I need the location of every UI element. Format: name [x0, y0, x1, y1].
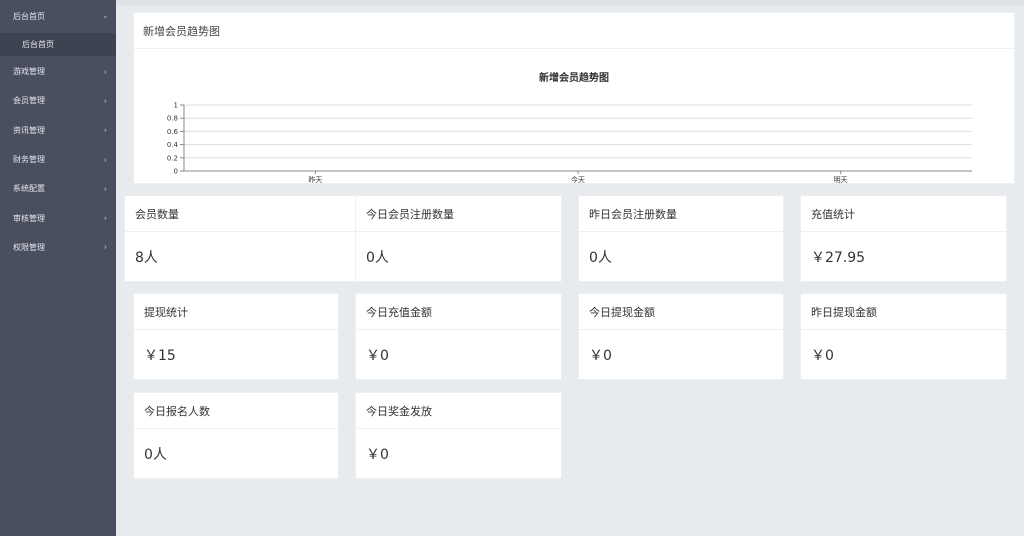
- chevron-right-icon: ›: [103, 184, 107, 194]
- card-value: ￥0: [811, 348, 834, 364]
- card-value: ￥0: [589, 348, 612, 364]
- chevron-right-icon: ›: [103, 125, 107, 135]
- sidebar-item-label: 权限管理: [13, 242, 45, 252]
- card-value: ￥15: [144, 348, 176, 364]
- card-value: 0人: [144, 447, 167, 463]
- card-label: 今日提现金额: [579, 294, 783, 330]
- card-label: 昨日提现金额: [801, 294, 1006, 330]
- y-tick-label: 1: [174, 102, 178, 110]
- sidebar: 后台首页 › 后台首页 游戏管理 › 会员管理 › 资讯管理 › 财务管理 › …: [0, 0, 116, 536]
- card-label: 会员数量: [125, 196, 361, 232]
- y-tick-label: 0: [174, 168, 178, 176]
- stat-card-withdraw-total: 提现统计 ￥15: [133, 293, 339, 380]
- sidebar-item-finance[interactable]: 财务管理 ›: [0, 145, 116, 174]
- sidebar-item-label: 审核管理: [13, 213, 45, 223]
- card-label: 今日报名人数: [134, 393, 338, 429]
- chevron-right-icon: ›: [103, 242, 107, 252]
- y-tick-label: 0.2: [167, 154, 178, 162]
- sidebar-item-label: 财务管理: [13, 155, 45, 165]
- sidebar-item-members[interactable]: 会员管理 ›: [0, 86, 116, 115]
- stat-card-today-bonus: 今日奖金发放 ￥0: [355, 392, 562, 479]
- chevron-right-icon: ›: [103, 96, 107, 106]
- y-tick-label: 0.6: [167, 128, 179, 136]
- chart-title: 新增会员趋势图: [539, 71, 609, 84]
- chevron-down-icon: ›: [100, 14, 110, 19]
- sidebar-item-label: 游戏管理: [13, 67, 45, 77]
- card-label: 今日会员注册数量: [356, 196, 561, 232]
- sidebar-item-label: 会员管理: [13, 96, 45, 106]
- stat-card-today-signups: 今日报名人数 0人: [133, 392, 339, 479]
- card-value: ￥0: [366, 447, 389, 463]
- stat-card-today-withdraw: 今日提现金额 ￥0: [578, 293, 784, 380]
- y-tick-label: 0.8: [167, 115, 178, 123]
- top-edge: [116, 0, 1024, 6]
- stat-card-yesterday-registrations: 昨日会员注册数量 0人: [578, 195, 784, 282]
- card-label: 昨日会员注册数量: [579, 196, 783, 232]
- card-value: ￥27.95: [811, 250, 866, 266]
- card-label: 充值统计: [801, 196, 1006, 232]
- sidebar-item-label: 资讯管理: [13, 125, 45, 135]
- sidebar-item-permissions[interactable]: 权限管理 ›: [0, 233, 116, 262]
- card-label: 今日奖金发放: [356, 393, 561, 429]
- card-value: 8人: [135, 250, 158, 266]
- chevron-right-icon: ›: [103, 155, 107, 165]
- card-label: 今日充值金额: [356, 294, 561, 330]
- stat-card-today-registrations: 今日会员注册数量 0人: [355, 195, 562, 282]
- card-value: 0人: [589, 250, 612, 266]
- sidebar-item-home[interactable]: 后台首页 ›: [0, 0, 116, 33]
- stat-card-today-recharge: 今日充值金额 ￥0: [355, 293, 562, 380]
- panel-title: 新增会员趋势图: [134, 13, 1014, 49]
- y-tick-label: 0.4: [167, 141, 179, 149]
- chevron-right-icon: ›: [103, 67, 107, 77]
- card-value: ￥0: [366, 348, 389, 364]
- card-value: 0人: [366, 250, 389, 266]
- stat-card-recharge-total: 充值统计 ￥27.95: [800, 195, 1007, 282]
- card-label: 提现统计: [134, 294, 338, 330]
- sidebar-item-games[interactable]: 游戏管理 ›: [0, 57, 116, 86]
- sidebar-item-system[interactable]: 系统配置 ›: [0, 174, 116, 203]
- x-tick-label: 昨天: [308, 175, 322, 183]
- sidebar-subitem-home[interactable]: 后台首页: [0, 33, 116, 56]
- sidebar-item-label: 系统配置: [13, 184, 45, 194]
- member-trend-chart: 新增会员趋势图 0 0.2 0.4 0.6 0.8 1 昨天 今天 明天: [167, 71, 972, 183]
- sidebar-item-label: 后台首页: [13, 12, 45, 21]
- x-tick-label: 明天: [834, 176, 848, 183]
- stat-card-yesterday-withdraw: 昨日提现金额 ￥0: [800, 293, 1007, 380]
- sidebar-item-review[interactable]: 审核管理 ›: [0, 203, 116, 232]
- stat-card-member-count: 会员数量 8人: [124, 195, 362, 282]
- sidebar-subitem-label: 后台首页: [22, 40, 54, 49]
- sidebar-item-news[interactable]: 资讯管理 ›: [0, 116, 116, 145]
- chevron-right-icon: ›: [103, 213, 107, 223]
- member-trend-panel: 新增会员趋势图 新增会员趋势图 0 0.2 0.4 0.6 0.8 1 昨天 今天 明天: [133, 12, 1015, 184]
- x-tick-label: 今天: [571, 175, 585, 183]
